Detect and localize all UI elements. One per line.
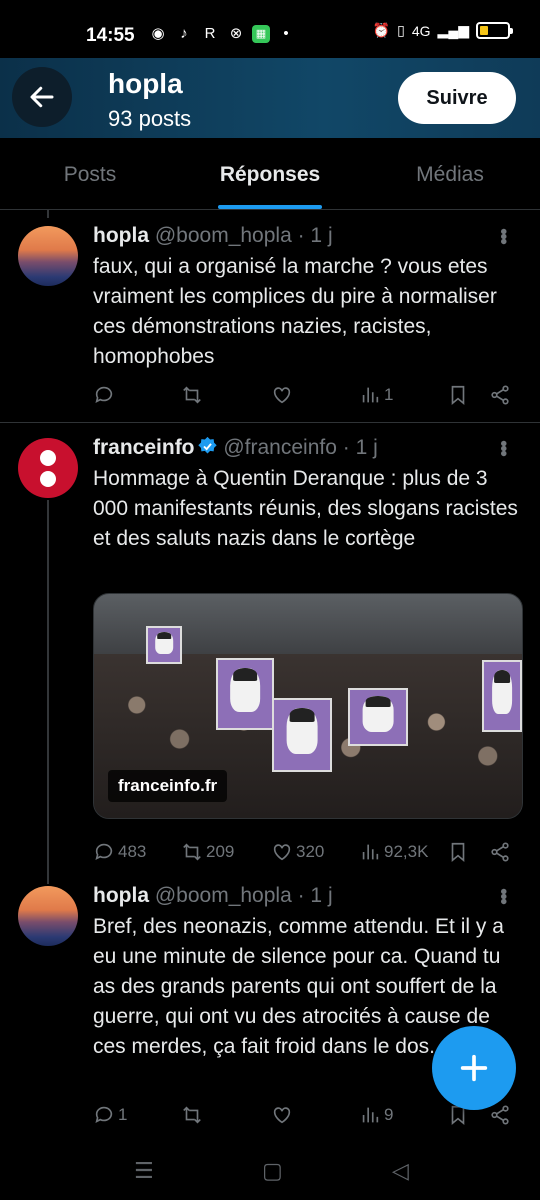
repost-icon: [183, 386, 201, 404]
status-time: 14:55: [86, 25, 135, 46]
post-text: faux, qui a organisé la marche ? vous et…: [93, 255, 497, 368]
more-options-icon[interactable]: •••: [491, 440, 514, 455]
post-meta: hopla @boom_hopla · 1 j: [93, 884, 333, 908]
portrait-sign: [216, 658, 274, 730]
post-handle: @franceinfo: [223, 436, 337, 459]
back-nav-icon[interactable]: ◁: [392, 1158, 409, 1184]
reply-button[interactable]: 483: [93, 841, 146, 863]
profile-name: hopla: [108, 68, 183, 99]
share-button[interactable]: [489, 841, 511, 863]
r-icon: R: [204, 25, 216, 42]
post-count: 93 posts: [108, 106, 192, 131]
post-text: Hommage à Quentin Deranque : plus de 3 0…: [93, 467, 518, 550]
tiktok-icon: ♪: [180, 25, 188, 42]
post-meta: franceinfo @franceinfo · 1 j: [93, 436, 378, 460]
post-handle: @boom_hopla: [154, 224, 292, 247]
reply-button[interactable]: 1: [93, 1104, 127, 1126]
post-item[interactable]: franceinfo @franceinfo · 1 j ••• Hommage…: [0, 423, 540, 880]
follow-button[interactable]: Suivre: [398, 72, 516, 124]
arrow-left-icon: [30, 86, 54, 108]
post-handle: @boom_hopla: [154, 884, 292, 907]
status-app-icons: ◉ ♪ R ⊗ ▦ •: [148, 24, 296, 44]
avatar[interactable]: [18, 886, 78, 946]
share-icon: [491, 1105, 509, 1125]
status-bar: 14:55 ◉ ♪ R ⊗ ▦ • ⏰ ▯ 4G ▂▄▆: [0, 0, 540, 58]
like-button[interactable]: [271, 384, 296, 406]
green-app-icon: ▦: [252, 25, 270, 43]
post-actions: 483 209 320 92,3K: [93, 841, 523, 871]
plus-icon: [460, 1054, 488, 1082]
share-button[interactable]: [489, 384, 511, 406]
tab-media[interactable]: Médias: [360, 138, 540, 209]
active-tab-indicator: [218, 205, 322, 209]
notification-dot-icon: •: [283, 25, 289, 42]
repost-button[interactable]: [181, 1104, 206, 1126]
reply-icon: [95, 386, 113, 403]
compose-button[interactable]: [432, 1026, 516, 1110]
more-options-icon[interactable]: •••: [491, 228, 514, 243]
network-label: 4G: [411, 22, 431, 39]
vibrate-icon: ▯: [397, 22, 405, 38]
verified-badge-icon: [197, 436, 217, 454]
views-icon: [362, 844, 379, 860]
post-author[interactable]: franceinfo: [93, 436, 195, 459]
profile-header: hopla 93 posts Suivre: [0, 58, 540, 138]
post-actions: 1: [93, 384, 523, 414]
repost-icon: [183, 1106, 201, 1124]
heart-icon: [273, 844, 291, 861]
post-item[interactable]: hopla @boom_hopla · 1 j ••• faux, qui a …: [0, 210, 540, 422]
post-image[interactable]: franceinfo.fr: [93, 593, 523, 819]
repost-button[interactable]: [181, 384, 206, 406]
post-time: · 1 j: [297, 884, 333, 907]
like-button[interactable]: [271, 1104, 296, 1126]
views-button[interactable]: 9: [359, 1104, 393, 1126]
repost-button[interactable]: 209: [181, 841, 234, 863]
repost-icon: [183, 843, 201, 861]
recents-icon[interactable]: ☰: [134, 1158, 154, 1184]
battery-icon: [476, 22, 513, 39]
portrait-sign: [482, 660, 522, 732]
bookmark-button[interactable]: [447, 384, 469, 406]
tab-replies[interactable]: Réponses: [180, 138, 360, 209]
portrait-sign: [272, 698, 332, 772]
post-actions: 1 9: [93, 1104, 523, 1134]
portrait-sign: [348, 688, 408, 746]
heart-icon: [273, 387, 291, 404]
tab-posts[interactable]: Posts: [0, 138, 180, 209]
bookmark-button[interactable]: [447, 841, 469, 863]
system-nav-bar: ☰ ▢ ◁: [0, 1140, 540, 1200]
xbox-icon: ⊗: [229, 25, 243, 42]
discord-icon: ◉: [151, 25, 165, 42]
status-indicators: ⏰ ▯ 4G ▂▄▆: [372, 22, 513, 39]
alarm-icon: ⏰: [372, 22, 391, 38]
share-button[interactable]: [489, 1104, 511, 1126]
bookmark-icon: [451, 385, 465, 406]
post-author[interactable]: hopla: [93, 224, 149, 247]
views-button[interactable]: 1: [359, 384, 393, 406]
reply-button[interactable]: [93, 384, 118, 406]
bookmark-icon: [451, 842, 465, 863]
reply-icon: [95, 843, 113, 860]
share-icon: [491, 842, 509, 862]
post-author[interactable]: hopla: [93, 884, 149, 907]
signal-icon: ▂▄▆: [437, 22, 469, 38]
post-time: · 1 j: [342, 436, 378, 459]
views-icon: [362, 1107, 379, 1123]
like-button[interactable]: 320: [271, 841, 324, 863]
franceinfo-avatar[interactable]: [18, 438, 78, 498]
home-icon[interactable]: ▢: [262, 1158, 283, 1184]
post-meta: hopla @boom_hopla · 1 j: [93, 224, 333, 248]
more-options-icon[interactable]: •••: [491, 888, 514, 903]
profile-tabs: Posts Réponses Médias: [0, 138, 540, 210]
views-button[interactable]: 92,3K: [359, 841, 428, 863]
portrait-sign: [146, 626, 182, 664]
share-icon: [491, 385, 509, 405]
avatar[interactable]: [18, 226, 78, 286]
back-button[interactable]: [12, 67, 72, 127]
views-icon: [362, 387, 379, 403]
post-time: · 1 j: [297, 224, 333, 247]
media-source-label: franceinfo.fr: [108, 770, 228, 802]
heart-icon: [273, 1107, 291, 1124]
reply-icon: [95, 1106, 113, 1123]
